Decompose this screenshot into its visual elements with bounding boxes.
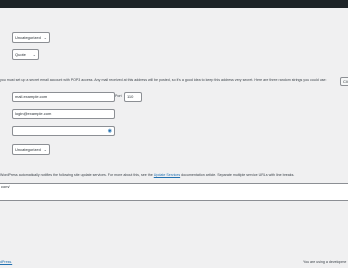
admin-top-bar [0, 0, 348, 8]
default-post-format-value: Quote [15, 52, 26, 57]
mail-category-value: Uncategorized [15, 147, 41, 152]
show-password-icon[interactable]: ◉ [108, 127, 112, 135]
mail-category-select[interactable]: Uncategorized ⌄ [12, 144, 50, 155]
chevron-down-icon: ⌄ [43, 147, 47, 152]
update-services-text-post: documentation article. Separate multiple… [181, 173, 295, 177]
chevron-down-icon: ⌄ [43, 35, 47, 40]
random-string-button[interactable]: Cli [340, 77, 348, 86]
post-via-email-description: you must set up a secret email account w… [0, 78, 327, 82]
update-services-description: WordPress automatically notifies the fol… [0, 173, 294, 178]
update-services-link[interactable]: Update Services [154, 173, 180, 177]
default-post-format-select[interactable]: Quote ⌄ [12, 49, 39, 60]
default-category-value: Uncategorized [15, 35, 41, 40]
ping-sites-textarea[interactable]: com/ [0, 183, 348, 201]
update-services-text-pre: WordPress automatically notifies the fol… [0, 173, 153, 177]
default-category-select[interactable]: Uncategorized ⌄ [12, 32, 50, 43]
password-input[interactable]: ◉ [12, 126, 115, 136]
chevron-down-icon: ⌄ [32, 52, 36, 57]
footer-wordpress-link[interactable]: dPress. [0, 260, 12, 265]
port-input[interactable]: 110 [124, 92, 142, 102]
login-name-input[interactable]: login@example.com [12, 109, 115, 119]
port-label: Port [115, 94, 122, 98]
footer-version-text: You are using a developme [303, 260, 347, 264]
mail-server-input[interactable]: mail.example.com [12, 92, 115, 102]
